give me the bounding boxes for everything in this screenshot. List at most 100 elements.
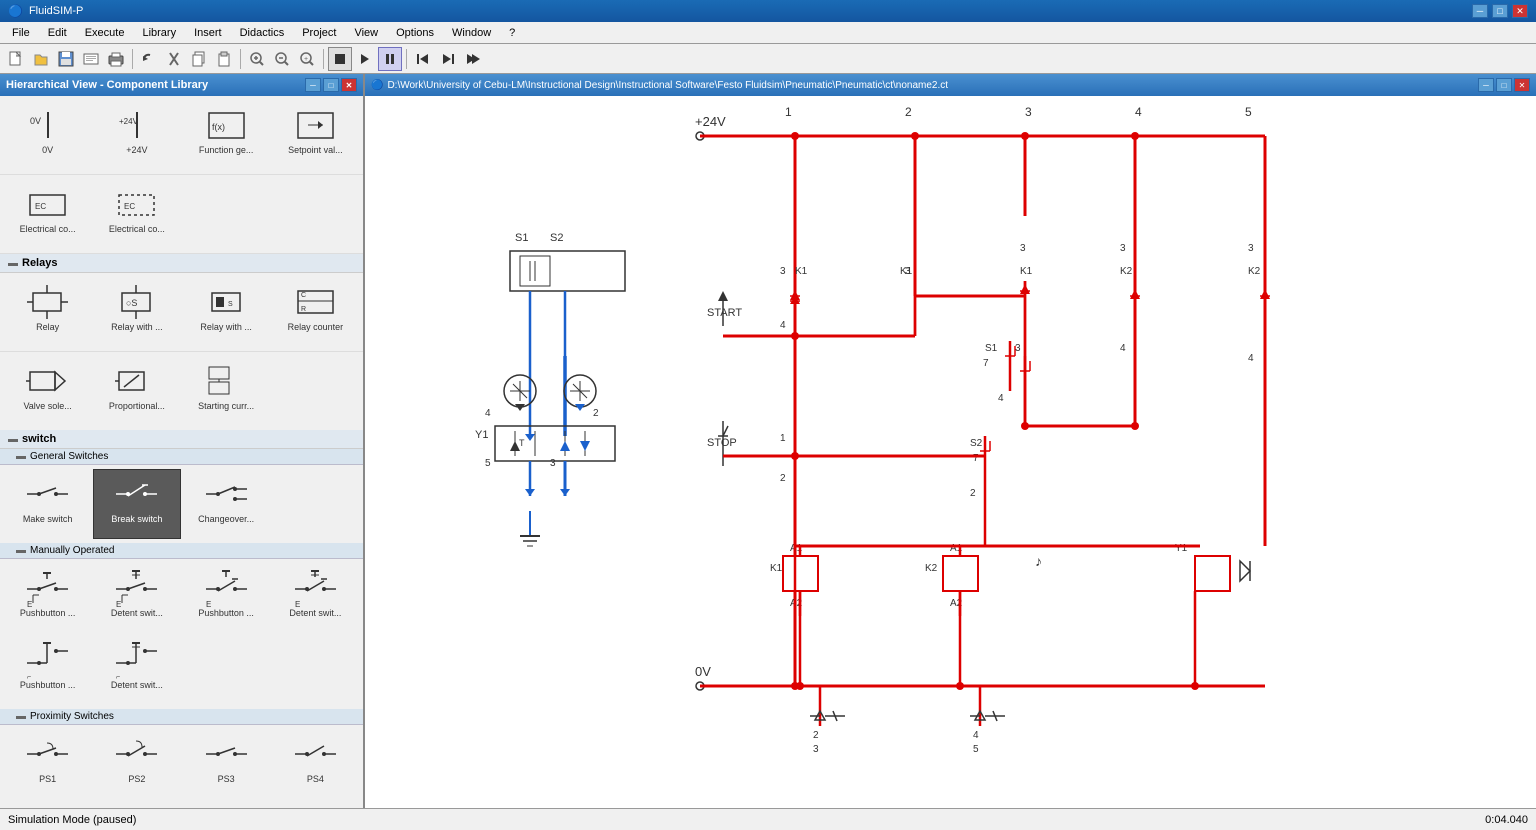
svg-text:4: 4 (1248, 353, 1254, 364)
lib-minimize[interactable]: ─ (305, 78, 321, 92)
comp-proportional-label: Proportional... (109, 401, 165, 412)
end-button[interactable] (461, 47, 485, 71)
comp-detent-switch-2[interactable]: E Detent swit... (272, 563, 359, 633)
comp-relay[interactable]: Relay (4, 277, 91, 347)
comp-valve-sole[interactable]: Valve sole... (4, 356, 91, 426)
gen-switches-collapse-icon[interactable]: ▬ (16, 451, 26, 462)
relays-label: Relays (22, 257, 57, 269)
comp-detent-switch-3[interactable]: ⌐ Detent swit... (93, 635, 180, 705)
comp-24v[interactable]: +24V +24V (93, 100, 180, 170)
svg-text:R: R (301, 306, 306, 313)
step-back-button[interactable] (411, 47, 435, 71)
menu-help[interactable]: ? (501, 23, 523, 43)
general-switches-label: General Switches (30, 451, 108, 462)
svg-text:3: 3 (1020, 243, 1026, 254)
diagram-minimize[interactable]: ─ (1478, 78, 1494, 92)
menu-didactics[interactable]: Didactics (232, 23, 293, 43)
comp-detent-switch-1-label: Detent swit... (111, 608, 163, 619)
comp-setpoint[interactable]: Setpoint val... (272, 100, 359, 170)
menu-library[interactable]: Library (134, 23, 184, 43)
svg-text:3: 3 (1025, 105, 1032, 119)
pause-button[interactable] (378, 47, 402, 71)
comp-ps2-label: PS2 (128, 774, 145, 785)
comp-relay-counter[interactable]: C R Relay counter (272, 277, 359, 347)
svg-text:+: + (304, 56, 308, 63)
diagram-close[interactable]: ✕ (1514, 78, 1530, 92)
comp-starting-curr[interactable]: Starting curr... (183, 356, 270, 426)
svg-text:3: 3 (780, 266, 786, 277)
comp-elec1[interactable]: EC Electrical co... (4, 179, 91, 249)
comp-ps3[interactable]: PS3 (183, 729, 270, 799)
title-bar: 🔵 FluidSIM-P ─ □ ✕ (0, 0, 1536, 22)
menu-view[interactable]: View (346, 23, 386, 43)
menu-execute[interactable]: Execute (77, 23, 133, 43)
zoom-out-button[interactable] (270, 47, 294, 71)
comp-make-switch[interactable]: Make switch (4, 469, 91, 539)
menu-options[interactable]: Options (388, 23, 442, 43)
svg-text:4: 4 (1120, 343, 1126, 354)
switch-collapse-icon[interactable]: ▬ (8, 434, 18, 445)
manually-operated-label: Manually Operated (30, 545, 115, 556)
cut-button[interactable] (162, 47, 186, 71)
comp-pushbutton-2[interactable]: E Pushbutton ... (183, 563, 270, 633)
menu-window[interactable]: Window (444, 23, 499, 43)
comp-pushbutton-3[interactable]: ⌐ Pushbutton ... (4, 635, 91, 705)
svg-text:2: 2 (593, 408, 599, 419)
comp-ps4-icon (290, 734, 340, 774)
close-btn[interactable]: ✕ (1512, 4, 1528, 18)
valve-grid: Valve sole... Proportional... (0, 351, 363, 430)
copy-button[interactable] (187, 47, 211, 71)
comp-ps4[interactable]: PS4 (272, 729, 359, 799)
comp-pushbutton-1-icon: E (23, 568, 73, 608)
relays-collapse-icon[interactable]: ▬ (8, 258, 18, 269)
stop-button[interactable] (328, 47, 352, 71)
menu-file[interactable]: File (4, 23, 38, 43)
lib-maximize[interactable]: □ (323, 78, 339, 92)
undo-button[interactable] (137, 47, 161, 71)
component-library-panel: Hierarchical View - Component Library ─ … (0, 74, 365, 808)
menu-edit[interactable]: Edit (40, 23, 75, 43)
minimize-btn[interactable]: ─ (1472, 4, 1488, 18)
step-fwd-button[interactable] (436, 47, 460, 71)
comp-ps4-label: PS4 (307, 774, 324, 785)
comp-relay-with-2[interactable]: S Relay with ... (183, 277, 270, 347)
proximity-collapse-icon[interactable]: ▬ (16, 711, 26, 722)
manually-operated-collapse-icon[interactable]: ▬ (16, 545, 26, 556)
print-preview-button[interactable] (79, 47, 103, 71)
play-button[interactable] (353, 47, 377, 71)
menu-project[interactable]: Project (294, 23, 344, 43)
open-button[interactable] (29, 47, 53, 71)
comp-pushbutton-2-icon: E (201, 568, 251, 608)
comp-pushbutton-1[interactable]: E Pushbutton ... (4, 563, 91, 633)
svg-text:4: 4 (998, 393, 1004, 404)
comp-func-gen[interactable]: f(x) Function ge... (183, 100, 270, 170)
comp-ps1[interactable]: PS1 (4, 729, 91, 799)
svg-text:K1: K1 (900, 266, 913, 277)
menu-insert[interactable]: Insert (186, 23, 230, 43)
svg-text:3: 3 (1015, 343, 1021, 354)
zoom-in-button[interactable] (245, 47, 269, 71)
comp-break-switch[interactable]: Break switch (93, 469, 180, 539)
comp-detent-switch-2-icon: E (290, 568, 340, 608)
comp-elec2[interactable]: EC Electrical co... (93, 179, 180, 249)
diagram-filepath: D:\Work\University of Cebu-LM\Instructio… (387, 80, 948, 91)
maximize-btn[interactable]: □ (1492, 4, 1508, 18)
diagram-canvas[interactable]: +24V 1 2 3 4 5 0V (365, 96, 1536, 808)
comp-relay-with-1[interactable]: ○S Relay with ... (93, 277, 180, 347)
print-button[interactable] (104, 47, 128, 71)
diagram-icon: 🔵 (371, 80, 383, 91)
comp-ps2[interactable]: PS2 (93, 729, 180, 799)
paste-button[interactable] (212, 47, 236, 71)
lib-close[interactable]: ✕ (341, 78, 357, 92)
comp-proportional[interactable]: Proportional... (93, 356, 180, 426)
zoom-fit-button[interactable]: + (295, 47, 319, 71)
comp-0v[interactable]: 0V 0V (4, 100, 91, 170)
comp-changeover[interactable]: Changeover... (183, 469, 270, 539)
comp-24v-label: +24V (126, 145, 147, 156)
save-button[interactable] (54, 47, 78, 71)
sep4 (406, 49, 407, 69)
new-button[interactable] (4, 47, 28, 71)
diagram-maximize[interactable]: □ (1496, 78, 1512, 92)
relays-section-header: ▬ Relays (0, 254, 363, 273)
comp-detent-switch-1[interactable]: E Detent swit... (93, 563, 180, 633)
